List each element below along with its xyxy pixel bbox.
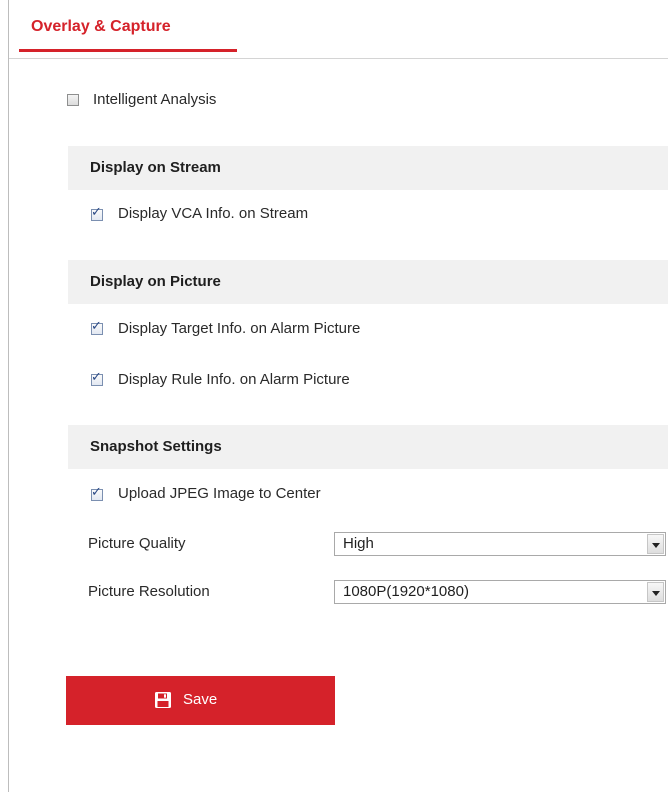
save-label: Save: [183, 691, 218, 708]
picture-resolution-select[interactable]: 1080P(1920*1080): [334, 580, 666, 604]
intelligent-analysis-label: Intelligent Analysis: [93, 91, 217, 108]
section-display-on-stream: Display on Stream: [68, 146, 668, 190]
check-mark-icon: ✓: [91, 318, 102, 333]
display-rule-info-checkbox[interactable]: ✓: [91, 370, 103, 386]
floppy-disk-icon: [155, 692, 171, 708]
picture-quality-label: Picture Quality: [88, 535, 186, 552]
upload-jpeg-label: Upload JPEG Image to Center: [118, 485, 321, 502]
check-mark-icon: ✓: [91, 484, 102, 499]
section-title: Display on Picture: [90, 273, 221, 290]
tab-overlay-capture[interactable]: Overlay & Capture: [19, 13, 237, 59]
display-vca-info-checkbox[interactable]: ✓: [91, 205, 103, 221]
picture-quality-value: High: [343, 535, 374, 552]
save-button[interactable]: Save: [66, 676, 335, 725]
display-rule-info-label: Display Rule Info. on Alarm Picture: [118, 371, 350, 388]
picture-resolution-value: 1080P(1920*1080): [343, 583, 469, 600]
intelligent-analysis-checkbox[interactable]: [67, 94, 79, 106]
chevron-down-icon[interactable]: [647, 582, 664, 602]
content-frame: [8, 0, 668, 792]
check-mark-icon: ✓: [91, 204, 102, 219]
display-target-info-checkbox[interactable]: ✓: [91, 319, 103, 335]
picture-resolution-label: Picture Resolution: [88, 583, 210, 600]
tab-label: Overlay & Capture: [31, 18, 171, 35]
upload-jpeg-checkbox[interactable]: ✓: [91, 485, 103, 501]
section-title: Display on Stream: [90, 159, 221, 176]
section-snapshot-settings: Snapshot Settings: [68, 425, 668, 469]
check-mark-icon: ✓: [91, 369, 102, 384]
section-title: Snapshot Settings: [90, 438, 222, 455]
chevron-down-icon[interactable]: [647, 534, 664, 554]
picture-quality-select[interactable]: High: [334, 532, 666, 556]
tab-active-indicator: [19, 49, 237, 52]
display-target-info-label: Display Target Info. on Alarm Picture: [118, 320, 361, 337]
display-vca-info-label: Display VCA Info. on Stream: [118, 205, 309, 222]
section-display-on-picture: Display on Picture: [68, 260, 668, 304]
